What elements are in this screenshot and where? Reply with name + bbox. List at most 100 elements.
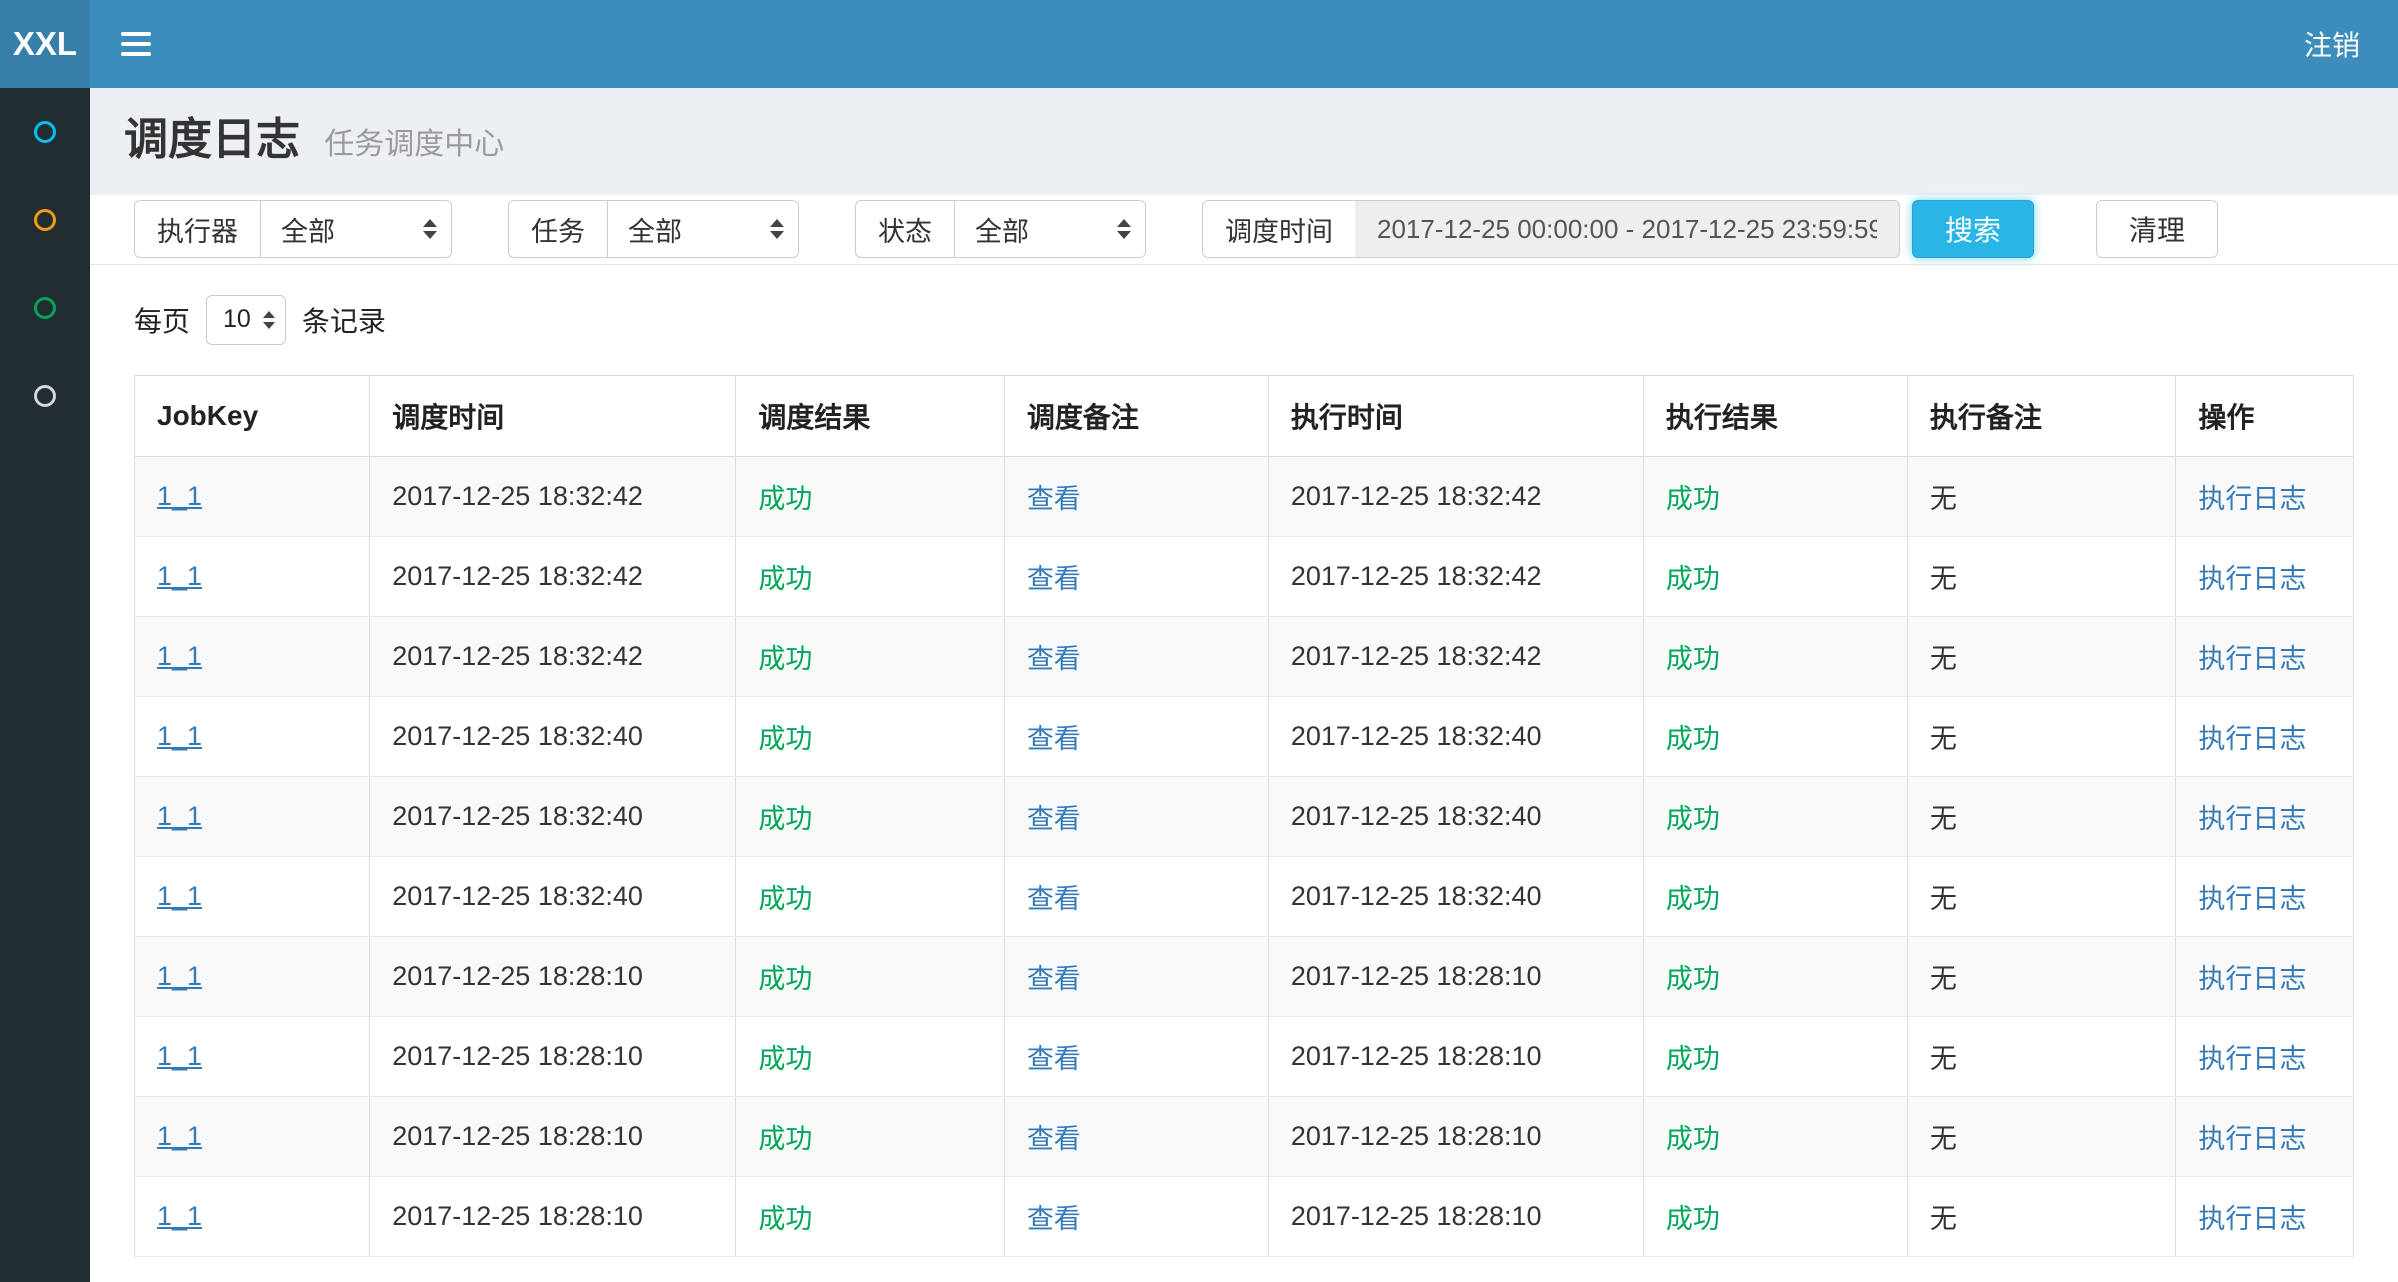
- sidebar-toggle-button[interactable]: [90, 0, 182, 88]
- jobkey-link[interactable]: 1_1: [157, 1201, 202, 1231]
- trigger-msg-link[interactable]: 查看: [1027, 564, 1081, 594]
- log-table: JobKey调度时间调度结果调度备注执行时间执行结果执行备注操作 1_1 201…: [134, 375, 2354, 1257]
- exec-time-cell: 2017-12-25 18:32:40: [1268, 776, 1643, 856]
- trigger-time-cell: 2017-12-25 18:32:42: [370, 456, 736, 536]
- jobkey-link[interactable]: 1_1: [157, 881, 202, 911]
- exec-time-cell: 2017-12-25 18:28:10: [1268, 1016, 1643, 1096]
- column-header: JobKey: [135, 375, 370, 456]
- page-size-suffix: 条记录: [302, 300, 386, 340]
- trigger-result-text: 成功: [758, 884, 812, 914]
- circle-icon: [34, 297, 56, 319]
- jobkey-link[interactable]: 1_1: [157, 641, 202, 671]
- executor-select[interactable]: 全部: [260, 200, 452, 258]
- top-navbar: XXL 注销: [0, 0, 2398, 88]
- exec-result-text: 成功: [1666, 964, 1720, 994]
- exec-msg-cell: 无: [1907, 1176, 2175, 1256]
- trigger-time-cell: 2017-12-25 18:32:42: [370, 536, 736, 616]
- trigger-msg-link[interactable]: 查看: [1027, 724, 1081, 754]
- exec-log-link[interactable]: 执行日志: [2198, 1044, 2306, 1074]
- trigger-time-cell: 2017-12-25 18:32:40: [370, 696, 736, 776]
- trigger-result-text: 成功: [758, 644, 812, 674]
- exec-time-cell: 2017-12-25 18:32:40: [1268, 696, 1643, 776]
- trigger-msg-link[interactable]: 查看: [1027, 484, 1081, 514]
- exec-result-text: 成功: [1666, 564, 1720, 594]
- logout-link[interactable]: 注销: [2266, 0, 2398, 88]
- clear-button[interactable]: 清理: [2096, 200, 2218, 258]
- exec-time-cell: 2017-12-25 18:28:10: [1268, 936, 1643, 1016]
- schedule-time-input[interactable]: [1355, 200, 1900, 258]
- jobkey-link[interactable]: 1_1: [157, 1041, 202, 1071]
- trigger-msg-link[interactable]: 查看: [1027, 1124, 1081, 1154]
- jobkey-link[interactable]: 1_1: [157, 801, 202, 831]
- trigger-time-cell: 2017-12-25 18:32:40: [370, 856, 736, 936]
- sidebar-item-3[interactable]: [0, 264, 90, 352]
- trigger-time-cell: 2017-12-25 18:32:40: [370, 776, 736, 856]
- exec-result-text: 成功: [1666, 484, 1720, 514]
- exec-log-link[interactable]: 执行日志: [2198, 724, 2306, 754]
- exec-time-cell: 2017-12-25 18:32:42: [1268, 536, 1643, 616]
- exec-msg-cell: 无: [1907, 776, 2175, 856]
- sidebar-item-2[interactable]: [0, 176, 90, 264]
- jobkey-link[interactable]: 1_1: [157, 481, 202, 511]
- exec-log-link[interactable]: 执行日志: [2198, 804, 2306, 834]
- table-row: 1_1 2017-12-25 18:32:40 成功 查看 2017-12-25…: [135, 776, 2354, 856]
- exec-log-link[interactable]: 执行日志: [2198, 564, 2306, 594]
- hamburger-icon: [121, 32, 151, 36]
- trigger-msg-link[interactable]: 查看: [1027, 1044, 1081, 1074]
- select-arrows-icon: [770, 219, 784, 239]
- job-filter-group: 任务 全部: [508, 200, 799, 258]
- circle-icon: [34, 209, 56, 231]
- trigger-msg-link[interactable]: 查看: [1027, 964, 1081, 994]
- table-row: 1_1 2017-12-25 18:28:10 成功 查看 2017-12-25…: [135, 936, 2354, 1016]
- status-filter-label: 状态: [855, 200, 954, 258]
- exec-log-link[interactable]: 执行日志: [2198, 484, 2306, 514]
- jobkey-link[interactable]: 1_1: [157, 961, 202, 991]
- status-select[interactable]: 全部: [954, 200, 1146, 258]
- exec-log-link[interactable]: 执行日志: [2198, 644, 2306, 674]
- trigger-msg-link[interactable]: 查看: [1027, 804, 1081, 834]
- page-size-prefix: 每页: [134, 300, 190, 340]
- exec-log-link[interactable]: 执行日志: [2198, 964, 2306, 994]
- search-button[interactable]: 搜索: [1912, 200, 2034, 258]
- jobkey-link[interactable]: 1_1: [157, 561, 202, 591]
- trigger-msg-link[interactable]: 查看: [1027, 644, 1081, 674]
- job-filter-label: 任务: [508, 200, 607, 258]
- page-title: 调度日志: [124, 115, 300, 164]
- sidebar-item-1[interactable]: [0, 88, 90, 176]
- trigger-result-text: 成功: [758, 804, 812, 834]
- main-content: 调度日志 任务调度中心 执行器 全部 任务 全部 状态 全部: [90, 0, 2398, 1282]
- exec-result-text: 成功: [1666, 804, 1720, 834]
- time-filter-label: 调度时间: [1202, 200, 1355, 258]
- trigger-time-cell: 2017-12-25 18:28:10: [370, 1176, 736, 1256]
- filter-toolbar: 执行器 全部 任务 全部 状态 全部 调度时间 搜索 清理: [90, 195, 2398, 265]
- trigger-msg-link[interactable]: 查看: [1027, 1204, 1081, 1234]
- exec-log-link[interactable]: 执行日志: [2198, 1204, 2306, 1234]
- column-header: 调度时间: [370, 375, 736, 456]
- executor-filter-label: 执行器: [134, 200, 260, 258]
- exec-log-link[interactable]: 执行日志: [2198, 884, 2306, 914]
- app-logo[interactable]: XXL: [0, 0, 90, 88]
- select-arrows-icon: [423, 219, 437, 239]
- table-row: 1_1 2017-12-25 18:32:42 成功 查看 2017-12-25…: [135, 616, 2354, 696]
- exec-msg-cell: 无: [1907, 696, 2175, 776]
- jobkey-link[interactable]: 1_1: [157, 721, 202, 751]
- trigger-time-cell: 2017-12-25 18:32:42: [370, 616, 736, 696]
- page-size-select[interactable]: 10: [206, 295, 286, 345]
- select-arrows-icon: [1117, 219, 1131, 239]
- table-row: 1_1 2017-12-25 18:32:40 成功 查看 2017-12-25…: [135, 696, 2354, 776]
- sidebar-item-4[interactable]: [0, 352, 90, 440]
- trigger-msg-link[interactable]: 查看: [1027, 884, 1081, 914]
- circle-icon: [34, 121, 56, 143]
- exec-time-cell: 2017-12-25 18:32:40: [1268, 856, 1643, 936]
- exec-result-text: 成功: [1666, 1044, 1720, 1074]
- exec-msg-cell: 无: [1907, 616, 2175, 696]
- column-header: 执行时间: [1268, 375, 1643, 456]
- job-select[interactable]: 全部: [607, 200, 799, 258]
- exec-time-cell: 2017-12-25 18:28:10: [1268, 1096, 1643, 1176]
- jobkey-link[interactable]: 1_1: [157, 1121, 202, 1151]
- table-row: 1_1 2017-12-25 18:28:10 成功 查看 2017-12-25…: [135, 1016, 2354, 1096]
- exec-log-link[interactable]: 执行日志: [2198, 1124, 2306, 1154]
- trigger-result-text: 成功: [758, 1124, 812, 1154]
- sidebar: [0, 88, 90, 1282]
- exec-time-cell: 2017-12-25 18:32:42: [1268, 456, 1643, 536]
